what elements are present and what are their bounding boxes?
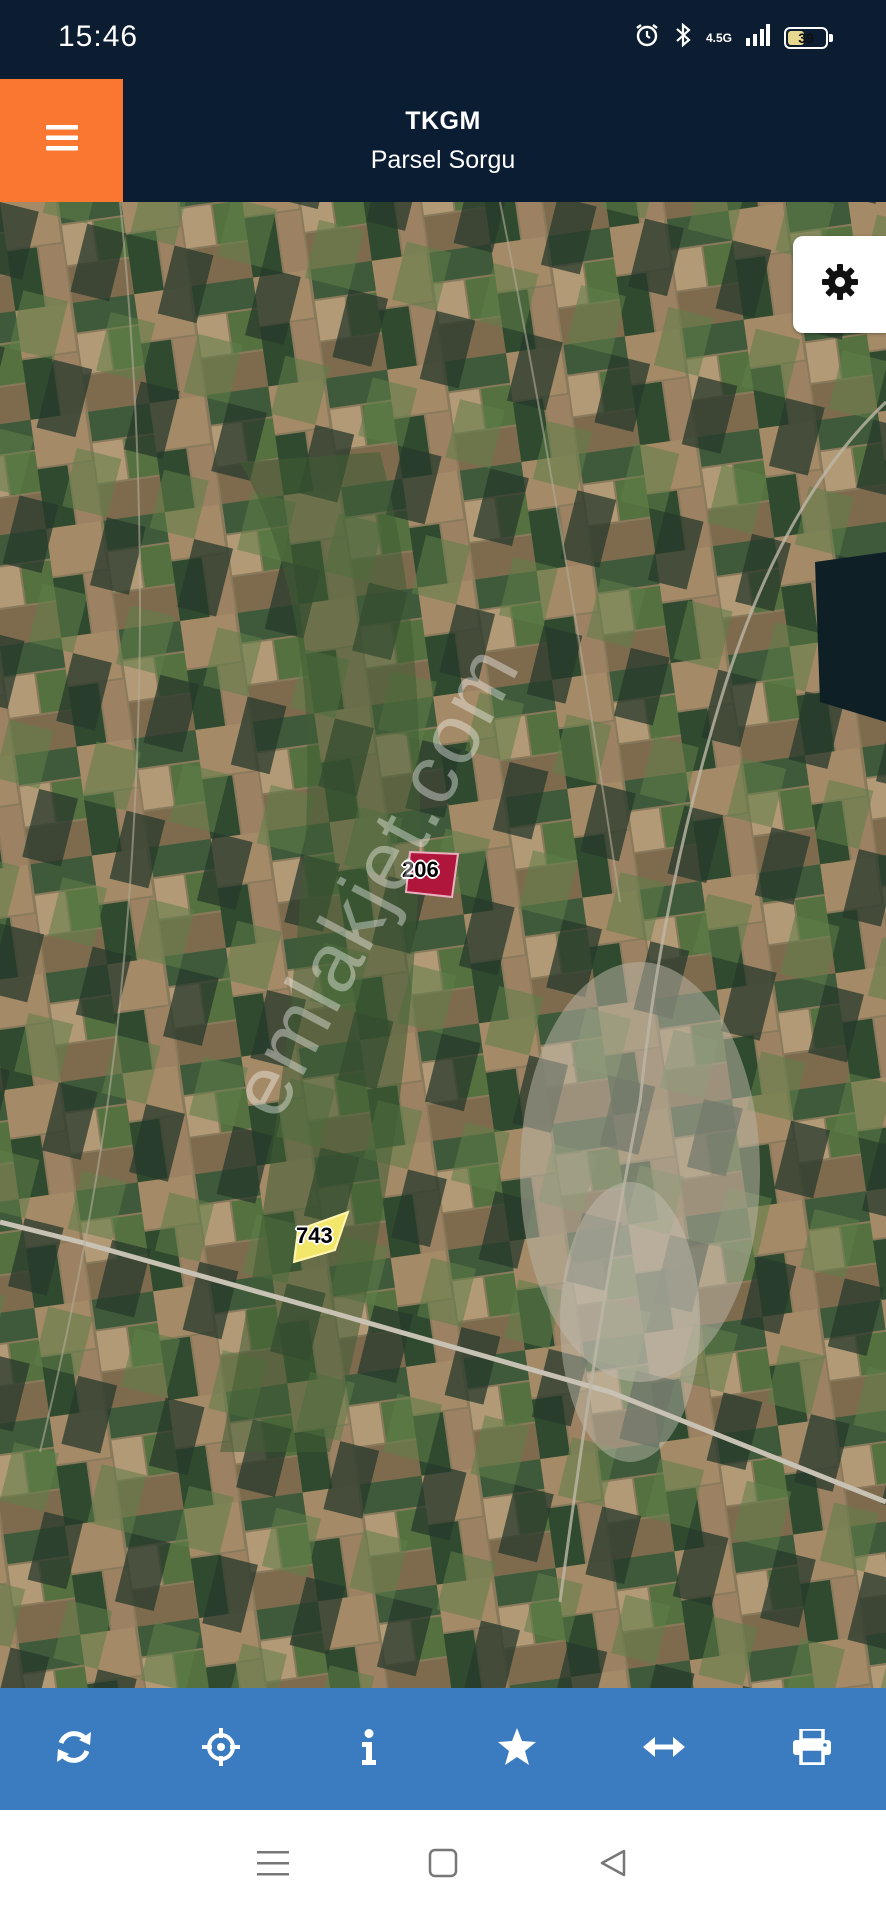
recents-icon <box>257 1849 289 1882</box>
satellite-map[interactable]: 206 743 emlakjet.com <box>0 202 886 1688</box>
signal-icon <box>746 24 770 51</box>
parcel-label-743[interactable]: 743 <box>296 1223 333 1249</box>
home-button[interactable] <box>423 1845 463 1885</box>
battery-icon: 39 <box>784 26 833 49</box>
recents-button[interactable] <box>253 1845 293 1885</box>
info-button[interactable] <box>319 1699 419 1799</box>
arrows-horizontal-icon <box>643 1736 686 1763</box>
info-icon <box>359 1728 379 1770</box>
alarm-icon <box>634 22 660 53</box>
satellite-imagery <box>0 202 886 1688</box>
app-subtitle: Parsel Sorgu <box>370 145 516 174</box>
menu-button[interactable] <box>0 79 123 202</box>
status-icons: 4.5G 39 <box>634 22 833 53</box>
star-icon <box>497 1727 537 1771</box>
refresh-icon <box>55 1728 93 1771</box>
status-bar: 15:46 4.5G 39 <box>0 0 886 79</box>
map-toolbar <box>0 1688 886 1810</box>
network-type: 4.5G <box>705 30 732 45</box>
bluetooth-icon <box>674 22 692 53</box>
app-title: TKGM <box>405 106 481 135</box>
status-time: 15:46 <box>58 20 139 53</box>
app-titles: TKGM Parsel Sorgu <box>123 79 886 202</box>
print-button[interactable] <box>762 1699 862 1799</box>
home-icon <box>428 1848 458 1883</box>
refresh-button[interactable] <box>24 1699 124 1799</box>
favorite-button[interactable] <box>467 1699 567 1799</box>
crosshair-icon <box>202 1727 241 1771</box>
gear-icon <box>820 262 860 307</box>
app-bar: TKGM Parsel Sorgu <box>0 79 886 202</box>
locate-button[interactable] <box>171 1699 271 1799</box>
battery-level: 39 <box>798 29 814 46</box>
hamburger-icon <box>45 125 78 156</box>
back-button[interactable] <box>593 1845 633 1885</box>
printer-icon <box>792 1726 832 1770</box>
measure-button[interactable] <box>614 1699 714 1799</box>
system-nav-bar <box>0 1810 886 1920</box>
settings-button[interactable] <box>793 236 886 333</box>
back-icon <box>598 1848 628 1883</box>
